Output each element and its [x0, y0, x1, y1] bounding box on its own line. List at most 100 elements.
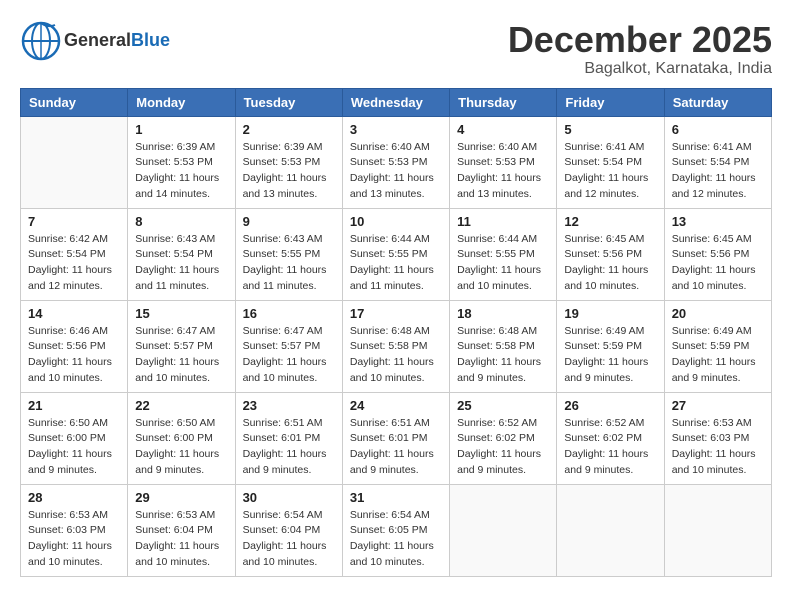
calendar-cell: 1Sunrise: 6:39 AMSunset: 5:53 PMDaylight… [128, 116, 235, 208]
calendar-week-3: 14 Sunrise: 6:46 AMSunset: 5:56 PMDayligh… [21, 300, 772, 392]
day-number: 24 [350, 398, 442, 413]
header-monday: Monday [128, 88, 235, 116]
globe-icon [20, 20, 62, 62]
calendar-cell [664, 484, 771, 576]
day-number: 31 [350, 490, 442, 505]
header-friday: Friday [557, 88, 664, 116]
calendar-cell: 21Sunrise: 6:50 AMSunset: 6:00 PMDayligh… [21, 392, 128, 484]
calendar-cell: 27 Sunrise: 6:53 AMSunset: 6:03 PMDayligh… [664, 392, 771, 484]
day-info: Sunrise: 6:45 AMSunset: 5:56 PMDaylight:… [564, 232, 656, 295]
page-header: GeneralBlue December 2025 Bagalkot, Karn… [20, 20, 772, 78]
calendar-cell: 8 Sunrise: 6:43 AMSunset: 5:54 PMDaylight… [128, 208, 235, 300]
calendar-cell: 10 Sunrise: 6:44 AMSunset: 5:55 PMDayligh… [342, 208, 449, 300]
logo-text: GeneralBlue [64, 31, 170, 51]
day-info: Sunrise: 6:46 AMSunset: 5:56 PMDaylight:… [28, 324, 120, 387]
calendar-cell: 3 Sunrise: 6:40 AMSunset: 5:53 PMDaylight… [342, 116, 449, 208]
calendar-cell: 6 Sunrise: 6:41 AMSunset: 5:54 PMDaylight… [664, 116, 771, 208]
day-number: 10 [350, 214, 442, 229]
day-info: Sunrise: 6:41 AMSunset: 5:54 PMDaylight:… [564, 140, 656, 203]
logo: GeneralBlue [20, 20, 170, 62]
location: Bagalkot, Karnataka, India [508, 60, 772, 78]
day-info: Sunrise: 6:48 AMSunset: 5:58 PMDaylight:… [350, 324, 442, 387]
day-number: 30 [243, 490, 335, 505]
day-info: Sunrise: 6:43 AMSunset: 5:54 PMDaylight:… [135, 232, 227, 295]
day-number: 2 [243, 122, 335, 137]
day-info: Sunrise: 6:39 AMSunset: 5:53 PMDaylight:… [243, 140, 335, 203]
calendar-week-1: 1Sunrise: 6:39 AMSunset: 5:53 PMDaylight… [21, 116, 772, 208]
day-info: Sunrise: 6:40 AMSunset: 5:53 PMDaylight:… [457, 140, 549, 203]
calendar-cell: 30 Sunrise: 6:54 AMSunset: 6:04 PMDayligh… [235, 484, 342, 576]
calendar-cell: 12Sunrise: 6:45 AMSunset: 5:56 PMDayligh… [557, 208, 664, 300]
day-number: 15 [135, 306, 227, 321]
calendar-week-2: 7 Sunrise: 6:42 AMSunset: 5:54 PMDaylight… [21, 208, 772, 300]
calendar-week-5: 28 Sunrise: 6:53 AMSunset: 6:03 PMDayligh… [21, 484, 772, 576]
day-info: Sunrise: 6:50 AMSunset: 6:00 PMDaylight:… [135, 416, 227, 479]
day-number: 6 [672, 122, 764, 137]
day-info: Sunrise: 6:49 AMSunset: 5:59 PMDaylight:… [672, 324, 764, 387]
calendar-cell: 4 Sunrise: 6:40 AMSunset: 5:53 PMDaylight… [450, 116, 557, 208]
title-section: December 2025 Bagalkot, Karnataka, India [508, 20, 772, 78]
logo-blue: Blue [131, 30, 170, 50]
calendar-cell [557, 484, 664, 576]
day-number: 3 [350, 122, 442, 137]
day-info: Sunrise: 6:47 AMSunset: 5:57 PMDaylight:… [243, 324, 335, 387]
day-info: Sunrise: 6:42 AMSunset: 5:54 PMDaylight:… [28, 232, 120, 295]
day-info: Sunrise: 6:43 AMSunset: 5:55 PMDaylight:… [243, 232, 335, 295]
calendar-cell: 13 Sunrise: 6:45 AMSunset: 5:56 PMDayligh… [664, 208, 771, 300]
month-title: December 2025 [508, 20, 772, 60]
calendar-header-row: SundayMondayTuesdayWednesdayThursdayFrid… [21, 88, 772, 116]
header-thursday: Thursday [450, 88, 557, 116]
calendar-cell: 9Sunrise: 6:43 AMSunset: 5:55 PMDaylight… [235, 208, 342, 300]
day-info: Sunrise: 6:41 AMSunset: 5:54 PMDaylight:… [672, 140, 764, 203]
day-info: Sunrise: 6:52 AMSunset: 6:02 PMDaylight:… [457, 416, 549, 479]
day-number: 19 [564, 306, 656, 321]
calendar-cell: 11Sunrise: 6:44 AMSunset: 5:55 PMDayligh… [450, 208, 557, 300]
day-info: Sunrise: 6:52 AMSunset: 6:02 PMDaylight:… [564, 416, 656, 479]
day-info: Sunrise: 6:40 AMSunset: 5:53 PMDaylight:… [350, 140, 442, 203]
calendar-cell: 15 Sunrise: 6:47 AMSunset: 5:57 PMDayligh… [128, 300, 235, 392]
day-number: 28 [28, 490, 120, 505]
calendar-cell: 2 Sunrise: 6:39 AMSunset: 5:53 PMDaylight… [235, 116, 342, 208]
day-number: 23 [243, 398, 335, 413]
header-sunday: Sunday [21, 88, 128, 116]
day-info: Sunrise: 6:54 AMSunset: 6:04 PMDaylight:… [243, 508, 335, 571]
calendar-cell: 31 Sunrise: 6:54 AMSunset: 6:05 PMDayligh… [342, 484, 449, 576]
header-wednesday: Wednesday [342, 88, 449, 116]
day-number: 29 [135, 490, 227, 505]
logo-general: General [64, 30, 131, 50]
day-number: 22 [135, 398, 227, 413]
day-info: Sunrise: 6:53 AMSunset: 6:03 PMDaylight:… [28, 508, 120, 571]
calendar-cell: 24 Sunrise: 6:51 AMSunset: 6:01 PMDayligh… [342, 392, 449, 484]
calendar-cell: 25 Sunrise: 6:52 AMSunset: 6:02 PMDayligh… [450, 392, 557, 484]
day-number: 26 [564, 398, 656, 413]
day-number: 8 [135, 214, 227, 229]
day-info: Sunrise: 6:49 AMSunset: 5:59 PMDaylight:… [564, 324, 656, 387]
day-info: Sunrise: 6:47 AMSunset: 5:57 PMDaylight:… [135, 324, 227, 387]
day-number: 27 [672, 398, 764, 413]
day-info: Sunrise: 6:51 AMSunset: 6:01 PMDaylight:… [350, 416, 442, 479]
day-number: 21 [28, 398, 120, 413]
day-info: Sunrise: 6:39 AMSunset: 5:53 PMDaylight:… [135, 140, 227, 203]
day-info: Sunrise: 6:53 AMSunset: 6:03 PMDaylight:… [672, 416, 764, 479]
header-tuesday: Tuesday [235, 88, 342, 116]
calendar-cell: 16Sunrise: 6:47 AMSunset: 5:57 PMDayligh… [235, 300, 342, 392]
calendar-cell: 14 Sunrise: 6:46 AMSunset: 5:56 PMDayligh… [21, 300, 128, 392]
calendar-cell: 22 Sunrise: 6:50 AMSunset: 6:00 PMDayligh… [128, 392, 235, 484]
calendar-cell [450, 484, 557, 576]
day-info: Sunrise: 6:44 AMSunset: 5:55 PMDaylight:… [457, 232, 549, 295]
day-number: 14 [28, 306, 120, 321]
day-info: Sunrise: 6:45 AMSunset: 5:56 PMDaylight:… [672, 232, 764, 295]
day-number: 25 [457, 398, 549, 413]
day-number: 4 [457, 122, 549, 137]
calendar-cell: 26 Sunrise: 6:52 AMSunset: 6:02 PMDayligh… [557, 392, 664, 484]
calendar-cell: 5 Sunrise: 6:41 AMSunset: 5:54 PMDaylight… [557, 116, 664, 208]
day-number: 13 [672, 214, 764, 229]
calendar-cell: 20Sunrise: 6:49 AMSunset: 5:59 PMDayligh… [664, 300, 771, 392]
calendar-week-4: 21 Sunrise: 6:50 AMSunset: 6:00 PMDayligh… [21, 392, 772, 484]
calendar-table: SundayMondayTuesdayWednesdayThursdayFrid… [20, 88, 772, 577]
day-number: 7 [28, 214, 120, 229]
day-info: Sunrise: 6:54 AMSunset: 6:05 PMDaylight:… [350, 508, 442, 571]
day-number: 5 [564, 122, 656, 137]
day-info: Sunrise: 6:44 AMSunset: 5:55 PMDaylight:… [350, 232, 442, 295]
calendar-cell: 28 Sunrise: 6:53 AMSunset: 6:03 PMDayligh… [21, 484, 128, 576]
